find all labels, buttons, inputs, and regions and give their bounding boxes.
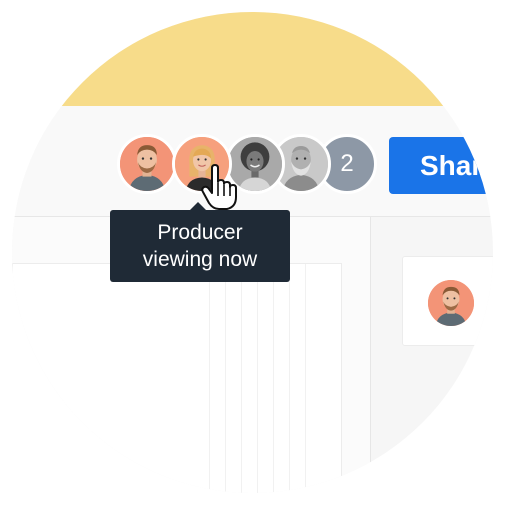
share-button-label: Share [420,149,493,181]
man-with-beard-avatar-icon [120,137,174,191]
comment-author-avatar [428,280,474,326]
man-with-beard-avatar-icon [428,280,474,326]
stage: 2 Share Producer viewing now [0,0,505,505]
circular-viewport: 2 Share Producer viewing now [12,12,493,493]
collaborator-avatar-1[interactable] [117,134,177,194]
document-canvas [12,263,342,493]
tooltip-line-2: viewing now [142,248,258,271]
comment-card[interactable] [402,256,493,346]
viewer-tooltip: Producer viewing now [110,202,290,282]
pointer-hand-cursor-icon [201,164,237,210]
share-button[interactable]: Share [389,137,493,194]
more-collaborators-count: 2 [340,150,354,177]
tooltip-line-1: Producer [157,221,243,244]
top-header-bar [12,12,493,106]
